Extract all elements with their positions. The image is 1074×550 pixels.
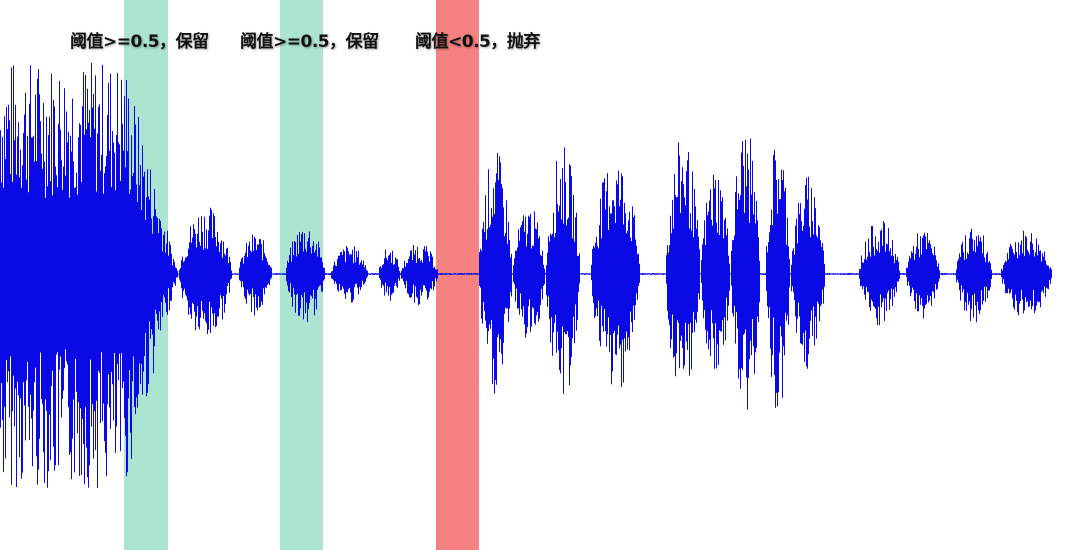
band-label-discard: 阈值<0.5，抛弃 [415, 32, 540, 52]
band-label-keep-1: 阈值>=0.5，保留 [70, 32, 209, 52]
frame-band-discard [436, 0, 479, 550]
band-label-keep-2: 阈值>=0.5，保留 [240, 32, 379, 52]
waveform-diagram [0, 0, 1052, 550]
